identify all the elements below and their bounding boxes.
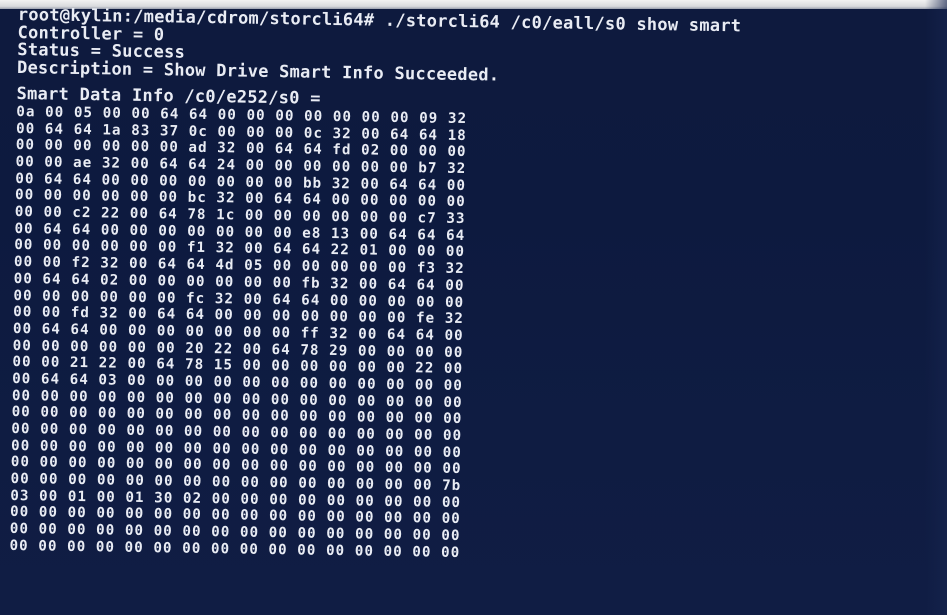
terminal-screen: root@kylin:/media/cdrom/storcli64# ./sto… xyxy=(0,0,947,615)
terminal-output[interactable]: root@kylin:/media/cdrom/storcli64# ./sto… xyxy=(8,7,932,615)
window-top-edge xyxy=(0,0,947,9)
hex-dump: 0a 00 05 00 00 64 64 00 00 00 00 00 00 0… xyxy=(9,104,931,569)
